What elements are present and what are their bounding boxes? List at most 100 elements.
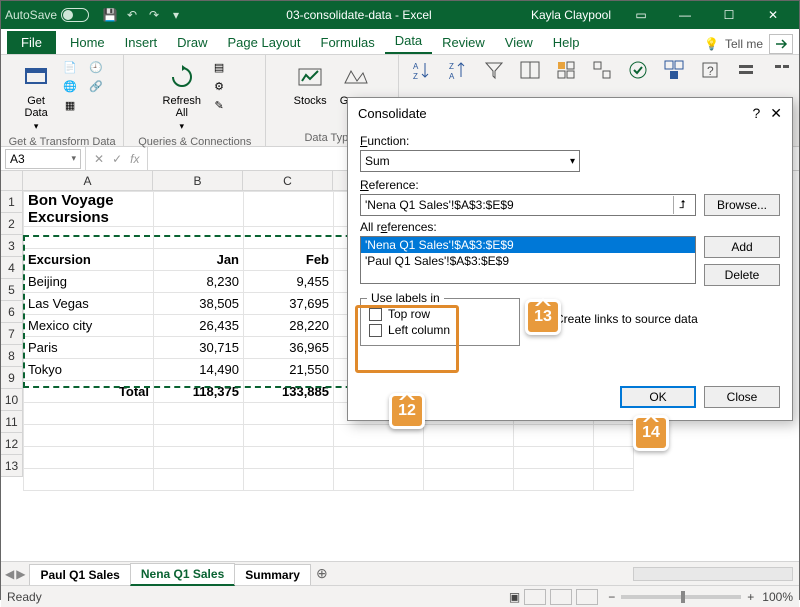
row-header[interactable]: 6: [1, 301, 23, 323]
horizontal-scrollbar[interactable]: [633, 567, 793, 581]
cell[interactable]: [244, 227, 334, 249]
share-button[interactable]: [769, 34, 793, 54]
left-column-checkbox[interactable]: Left column: [369, 323, 511, 337]
column-header[interactable]: A: [23, 171, 153, 191]
cell[interactable]: [24, 425, 154, 447]
minimize-icon[interactable]: —: [663, 1, 707, 29]
all-references-list[interactable]: 'Nena Q1 Sales'!$A$3:$E$9 'Paul Q1 Sales…: [360, 236, 696, 284]
cell[interactable]: 26,435: [154, 315, 244, 337]
fx-icon[interactable]: fx: [130, 152, 139, 166]
queries-icon[interactable]: ▤: [211, 59, 229, 75]
from-table-icon[interactable]: ▦: [62, 97, 80, 113]
sort-za-icon[interactable]: ZA: [447, 59, 469, 81]
cell[interactable]: [594, 447, 634, 469]
ok-button[interactable]: OK: [620, 386, 696, 408]
cell[interactable]: 38,505: [154, 293, 244, 315]
cell[interactable]: Jan: [154, 249, 244, 271]
filter-icon[interactable]: [483, 59, 505, 81]
cell[interactable]: Excursion: [24, 249, 154, 271]
cell[interactable]: [24, 403, 154, 425]
cell[interactable]: [244, 425, 334, 447]
enter-formula-icon[interactable]: ✓: [112, 152, 122, 166]
ungroup-icon[interactable]: [771, 59, 793, 81]
column-header[interactable]: C: [243, 171, 333, 191]
name-box[interactable]: A3 ▾: [5, 149, 81, 169]
refresh-all-button[interactable]: Refresh All ▾: [161, 59, 204, 134]
cell[interactable]: 133,885: [244, 381, 334, 403]
from-web-icon[interactable]: 🌐: [62, 78, 80, 94]
row-header[interactable]: 12: [1, 433, 23, 455]
cell[interactable]: [514, 469, 594, 491]
cell[interactable]: [244, 447, 334, 469]
maximize-icon[interactable]: ☐: [707, 1, 751, 29]
sort-az-icon[interactable]: AZ: [411, 59, 433, 81]
sheet-tab-paul[interactable]: Paul Q1 Sales: [29, 564, 130, 585]
cell[interactable]: [154, 403, 244, 425]
text-to-columns-icon[interactable]: [519, 59, 541, 81]
zoom-slider[interactable]: [621, 595, 741, 599]
function-select[interactable]: Sum ▾: [360, 150, 580, 172]
page-break-view-icon[interactable]: [576, 589, 598, 605]
row-header[interactable]: 2: [1, 213, 23, 235]
cell[interactable]: [154, 469, 244, 491]
data-validation-icon[interactable]: [627, 59, 649, 81]
close-window-icon[interactable]: ✕: [751, 1, 795, 29]
tab-insert[interactable]: Insert: [115, 31, 168, 54]
stocks-button[interactable]: Stocks: [292, 59, 329, 109]
cell[interactable]: [154, 425, 244, 447]
cell[interactable]: 36,965: [244, 337, 334, 359]
chevron-down-icon[interactable]: ▾: [71, 153, 76, 164]
cancel-formula-icon[interactable]: ✕: [94, 152, 104, 166]
row-header[interactable]: 11: [1, 411, 23, 433]
consolidate-icon[interactable]: [663, 59, 685, 81]
zoom-in-icon[interactable]: +: [747, 590, 754, 604]
add-sheet-icon[interactable]: ⊕: [310, 565, 334, 582]
row-header[interactable]: 9: [1, 367, 23, 389]
autosave-toggle[interactable]: AutoSave: [5, 8, 89, 22]
cell[interactable]: Bon Voyage Excursions: [24, 192, 154, 227]
list-item[interactable]: 'Nena Q1 Sales'!$A$3:$E$9: [361, 237, 695, 253]
tab-review[interactable]: Review: [432, 31, 495, 54]
cell[interactable]: 21,550: [244, 359, 334, 381]
cell[interactable]: 9,455: [244, 271, 334, 293]
cell[interactable]: [154, 447, 244, 469]
undo-icon[interactable]: ↶: [123, 6, 141, 24]
cell[interactable]: 14,490: [154, 359, 244, 381]
tab-file[interactable]: File: [7, 31, 56, 54]
row-header[interactable]: 13: [1, 455, 23, 477]
cell[interactable]: Las Vegas: [24, 293, 154, 315]
row-header[interactable]: 3: [1, 235, 23, 257]
cell[interactable]: 37,695: [244, 293, 334, 315]
tab-page-layout[interactable]: Page Layout: [218, 31, 311, 54]
cell[interactable]: [24, 227, 154, 249]
cell[interactable]: Feb: [244, 249, 334, 271]
tab-draw[interactable]: Draw: [167, 31, 217, 54]
row-header[interactable]: 10: [1, 389, 23, 411]
tab-formulas[interactable]: Formulas: [311, 31, 385, 54]
tell-me-label[interactable]: Tell me: [725, 37, 763, 51]
save-icon[interactable]: 💾: [101, 6, 119, 24]
toggle-off-icon[interactable]: [61, 8, 89, 22]
flash-fill-icon[interactable]: [555, 59, 577, 81]
cell[interactable]: [244, 403, 334, 425]
tab-data[interactable]: Data: [385, 29, 432, 54]
list-item[interactable]: 'Paul Q1 Sales'!$A$3:$E$9: [361, 253, 695, 269]
row-header[interactable]: 4: [1, 257, 23, 279]
what-if-icon[interactable]: ?: [699, 59, 721, 81]
tab-home[interactable]: Home: [60, 31, 115, 54]
normal-view-icon[interactable]: [524, 589, 546, 605]
zoom-level[interactable]: 100%: [762, 590, 793, 604]
cell[interactable]: Paris: [24, 337, 154, 359]
cell[interactable]: [244, 469, 334, 491]
group-icon[interactable]: [735, 59, 757, 81]
cell[interactable]: [24, 469, 154, 491]
range-picker-icon[interactable]: ⮥: [673, 196, 691, 214]
recent-sources-icon[interactable]: 🕘: [88, 59, 106, 75]
existing-connections-icon[interactable]: 🔗: [88, 78, 106, 94]
close-button[interactable]: Close: [704, 386, 780, 408]
cell[interactable]: [334, 447, 424, 469]
cell[interactable]: 30,715: [154, 337, 244, 359]
row-header[interactable]: 5: [1, 279, 23, 301]
sheet-nav-prev-icon[interactable]: ◀: [5, 567, 14, 581]
redo-icon[interactable]: ↷: [145, 6, 163, 24]
